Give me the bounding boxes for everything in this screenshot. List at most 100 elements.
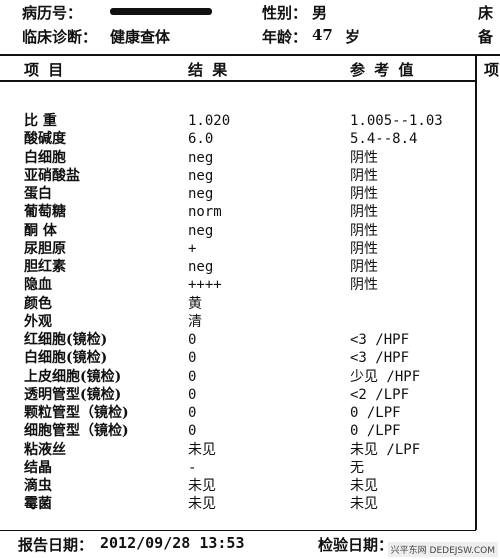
- item-name: 酸碱度: [24, 131, 66, 148]
- table-row: 结晶 - 无: [0, 459, 475, 477]
- item-result: 未见: [188, 478, 216, 494]
- item-name: 细胞管型（镜检): [24, 423, 129, 440]
- col-header-result: 结 果: [188, 61, 230, 79]
- item-result: 0: [188, 350, 197, 367]
- table-row: 亚硝酸盐 neg 阴性: [0, 167, 475, 185]
- item-name: 蛋白: [24, 186, 52, 202]
- table-row: 尿胆原 + 阴性: [0, 240, 475, 258]
- item-reference: <3 /HPF: [350, 350, 410, 367]
- item-name: 白细胞: [24, 149, 66, 166]
- item-result: 0: [188, 368, 197, 385]
- table-row: 颗粒管型（镜检) 0 0 /LPF: [0, 404, 475, 422]
- item-name: 隐血: [24, 277, 52, 294]
- item-reference: 0 /LPF: [350, 405, 401, 421]
- item-name: 颗粒管型（镜检): [24, 405, 129, 421]
- table-row: 上皮细胞(镜检) 0 少见 /HPF: [0, 368, 475, 386]
- item-name: 霉菌: [24, 496, 52, 513]
- right-clip-1: 床: [478, 4, 494, 22]
- item-name: 上皮细胞(镜检): [24, 368, 122, 385]
- item-result: 未见: [188, 496, 216, 513]
- record-no-label: 病历号：: [22, 4, 83, 22]
- item-name: 外观: [24, 313, 52, 330]
- table-top-rule: [0, 54, 500, 56]
- item-reference: 阴性: [350, 277, 378, 294]
- item-result: norm: [188, 204, 222, 221]
- item-reference: <3 /HPF: [350, 332, 410, 348]
- table-row: 透明管型(镜检) 0 <2 /LPF: [0, 386, 475, 404]
- table-header-rule: [0, 80, 476, 82]
- item-name: 白细胞(镜检): [24, 350, 108, 367]
- item-result: 清: [188, 313, 202, 330]
- table-row: 红细胞(镜检) 0 <3 /HPF: [0, 331, 475, 349]
- item-reference: 未见: [350, 496, 378, 513]
- table-row: 胆红素 neg 阴性: [0, 258, 475, 276]
- item-reference: 阴性: [350, 186, 378, 202]
- item-name: 葡萄糖: [24, 204, 66, 221]
- table-row: 酮 体 neg 阴性: [0, 222, 475, 240]
- item-name: 滴虫: [24, 478, 52, 494]
- item-result: 未见: [188, 441, 216, 458]
- item-name: 酮 体: [24, 222, 57, 239]
- item-reference: 无: [350, 459, 364, 476]
- age-value: 47: [312, 26, 333, 44]
- table-row: 粘液丝 未见 未见 /LPF: [0, 441, 475, 459]
- item-result: 黄: [188, 295, 202, 312]
- inspect-date-label: 检验日期：: [318, 536, 394, 554]
- age-label: 年龄：: [262, 28, 308, 46]
- item-reference: 阴性: [350, 204, 378, 221]
- col-header-reference: 参 考 值: [350, 61, 416, 79]
- item-reference: 5.4--8.4: [350, 131, 418, 148]
- item-name: 尿胆原: [24, 240, 66, 257]
- item-result: neg: [188, 149, 214, 166]
- gender-value: 男: [312, 4, 328, 22]
- item-name: 粘液丝: [24, 441, 66, 458]
- table-row: 葡萄糖 norm 阴性: [0, 203, 475, 221]
- item-name: 红细胞(镜检): [24, 332, 108, 348]
- item-reference: 阴性: [350, 167, 378, 184]
- item-result: 0: [188, 405, 197, 421]
- table-bottom-rule: [0, 530, 476, 531]
- item-result: 1.020: [188, 113, 231, 129]
- item-result: +: [188, 240, 197, 257]
- redaction-mark: [110, 8, 212, 15]
- table-row: 隐血 ++++ 阴性: [0, 276, 475, 294]
- report-date-value: 2012/09/28 13:53: [100, 534, 245, 552]
- item-result: ++++: [188, 277, 222, 294]
- item-result: 0: [188, 423, 197, 440]
- item-reference: 阴性: [350, 259, 378, 275]
- diagnosis-value: 健康查体: [110, 28, 171, 46]
- item-reference: 未见: [350, 478, 378, 494]
- col-header-item: 项 目: [24, 61, 66, 79]
- table-row: 比 重 1.020 1.005--1.03: [0, 112, 475, 130]
- item-reference: 未见 /LPF: [350, 441, 421, 458]
- item-result: 0: [188, 386, 197, 403]
- table-row: 酸碱度 6.0 5.4--8.4: [0, 130, 475, 148]
- table-right-rule: [475, 56, 477, 530]
- table-row: 细胞管型（镜检) 0 0 /LPF: [0, 422, 475, 440]
- table-row: 白细胞(镜检) 0 <3 /HPF: [0, 349, 475, 367]
- item-reference: 0 /LPF: [350, 423, 401, 440]
- item-reference: <2 /LPF: [350, 386, 410, 403]
- item-result: neg: [188, 222, 214, 239]
- table-row: 外观 清: [0, 313, 475, 331]
- item-name: 比 重: [24, 113, 57, 129]
- item-reference: 1.005--1.03: [350, 113, 443, 129]
- table-row: 颜色 黄: [0, 295, 475, 313]
- item-name: 亚硝酸盐: [24, 167, 80, 184]
- col-header-clip: 项: [484, 61, 500, 79]
- gender-label: 性别：: [262, 4, 308, 22]
- item-name: 透明管型(镜检): [24, 386, 122, 403]
- table-row: 白细胞 neg 阴性: [0, 149, 475, 167]
- age-unit: 岁: [345, 28, 361, 46]
- report-date-label: 报告日期：: [18, 536, 94, 554]
- item-result: 6.0: [188, 131, 214, 148]
- item-result: 0: [188, 332, 197, 348]
- watermark: 兴平东网 DEDEJSW.COM: [387, 542, 498, 557]
- table-row: 霉菌 未见 未见: [0, 495, 475, 513]
- item-reference: 阴性: [350, 240, 378, 257]
- item-reference: 阴性: [350, 149, 378, 166]
- right-clip-2: 备: [478, 28, 494, 46]
- table-row: 蛋白 neg 阴性: [0, 185, 475, 203]
- diagnosis-label: 临床诊断：: [22, 28, 98, 46]
- item-reference: 少见 /HPF: [350, 368, 421, 385]
